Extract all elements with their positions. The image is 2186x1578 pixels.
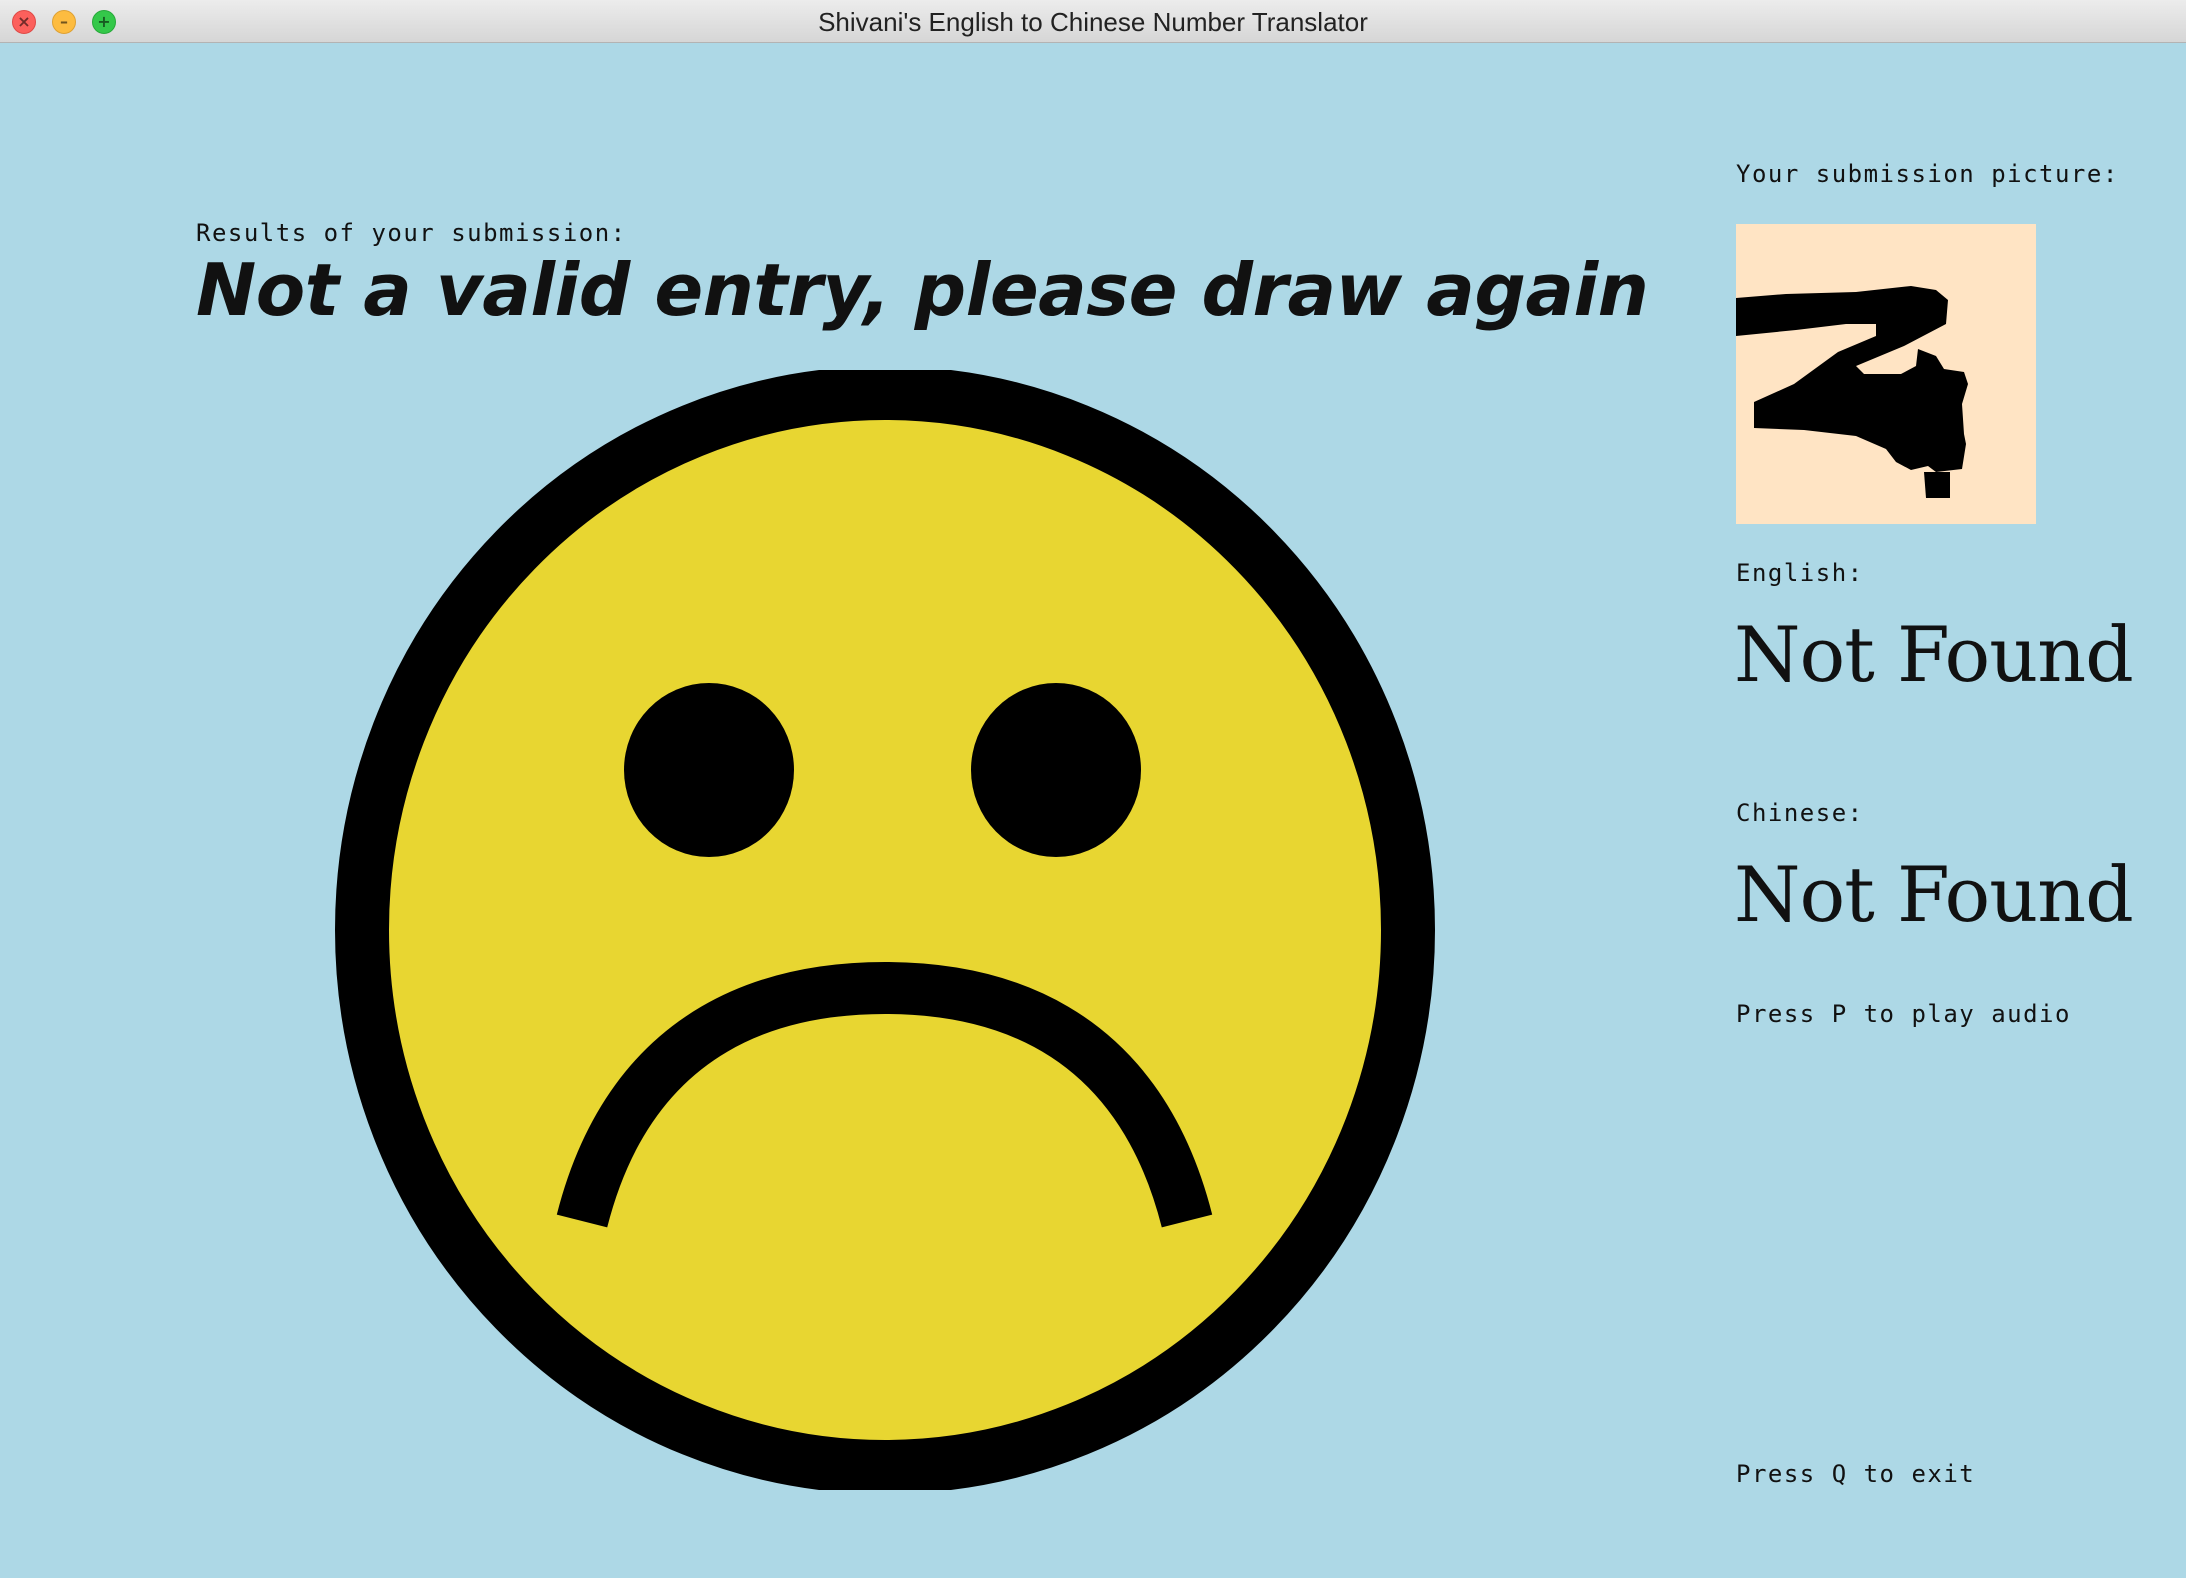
english-value: Not Found [1734,610,2134,699]
left-eye [624,683,794,857]
audio-hint: Press P to play audio [1736,1000,2071,1028]
right-eye [971,683,1141,857]
english-label: English: [1736,559,1864,587]
exit-hint: Press Q to exit [1736,1460,1976,1488]
chinese-value: Not Found [1734,850,2134,939]
window-title: Shivani's English to Chinese Number Tran… [818,7,1368,37]
chinese-label: Chinese: [1736,799,1864,827]
drawn-scribble-tail [1924,472,1950,498]
window-titlebar: × – + Shivani's English to Chinese Numbe… [0,0,2186,43]
sad-face-icon [333,366,1437,1494]
submission-picture-label: Your submission picture: [1736,160,2119,188]
face-circle [335,366,1435,1494]
drawn-scribble [1736,286,1968,472]
results-message: Not a valid entry, please draw again [196,248,1649,332]
submission-picture [1736,224,2036,524]
results-label: Results of your submission: [196,219,627,247]
